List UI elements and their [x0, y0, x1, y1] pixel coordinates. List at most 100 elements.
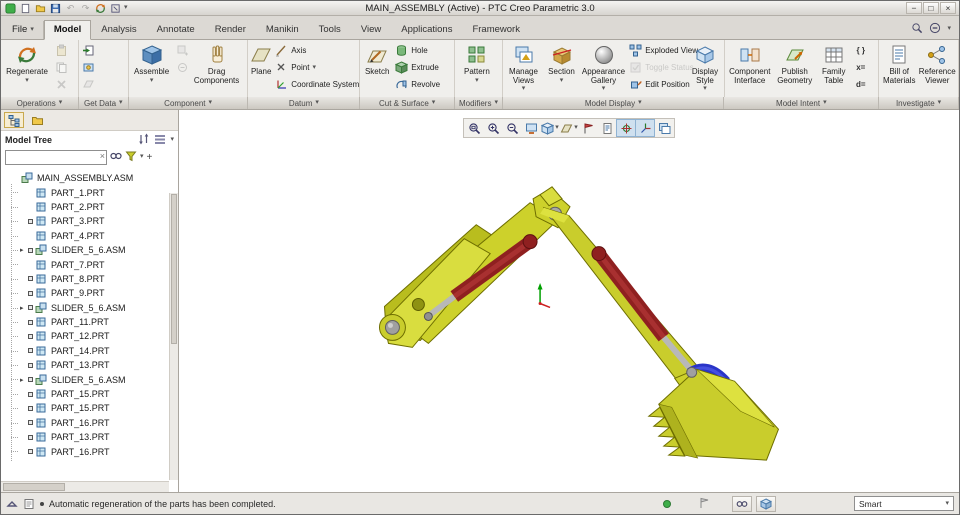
refit-quick-icon[interactable] — [109, 2, 122, 14]
sketch-button[interactable]: Sketch — [361, 42, 393, 95]
tab-model[interactable]: Model — [43, 20, 92, 40]
graphics-area[interactable]: ▾ ▾ — [179, 110, 959, 492]
coordinate-system-button[interactable]: Coordinate System — [273, 76, 361, 93]
open-folder-icon[interactable] — [34, 2, 47, 14]
expand-arrow-icon[interactable]: ▸ — [20, 304, 27, 312]
plane-button[interactable]: Plane — [249, 42, 273, 95]
view-manager-button[interactable] — [655, 120, 673, 136]
minimize-ribbon-icon[interactable] — [929, 22, 941, 36]
hole-button[interactable]: Hole — [393, 42, 442, 59]
tree-vertical-scrollbar[interactable] — [169, 193, 178, 480]
user-defined-feature-icon[interactable] — [80, 59, 98, 76]
flag-icon[interactable] — [699, 497, 710, 511]
quick-access-caret-icon[interactable]: ▾ — [124, 4, 128, 11]
tree-item[interactable]: ▸ SLIDER_5_6.ASM — [3, 372, 169, 386]
group-label-operations[interactable]: Operations ▾ — [1, 97, 79, 109]
section-button[interactable]: Section ▾ — [543, 42, 580, 95]
publish-geometry-button[interactable]: Publish Geometry — [774, 42, 816, 95]
point-button[interactable]: Point ▾ — [273, 59, 361, 76]
exploded-view-button[interactable]: Exploded View — [627, 42, 698, 59]
select-items-button[interactable] — [756, 495, 776, 512]
extrude-button[interactable]: Extrude — [393, 59, 442, 76]
paste-button[interactable] — [52, 42, 70, 59]
parameters-button[interactable]: { } — [852, 42, 870, 59]
family-table-button[interactable]: Family Table — [816, 42, 852, 95]
zoom-out-button[interactable] — [503, 120, 521, 136]
tree-item[interactable]: ▸ MAIN_ASSEMBLY.ASM — [3, 171, 169, 185]
regenerate-quick-icon[interactable] — [94, 2, 107, 14]
show-notes-button[interactable] — [598, 120, 616, 136]
manage-views-button[interactable]: Manage Views ▾ — [504, 42, 544, 95]
tab-render[interactable]: Render — [205, 20, 256, 40]
expand-arrow-icon[interactable]: ▸ — [20, 246, 27, 254]
switch-symbols-button[interactable]: x= — [852, 59, 870, 76]
tree-item[interactable]: ▸ PART_11.PRT — [3, 315, 169, 329]
3d-dragger-button[interactable] — [635, 119, 655, 137]
tab-framework[interactable]: Framework — [462, 20, 530, 40]
zoom-in-button[interactable] — [484, 120, 502, 136]
tree-item[interactable]: ▸ PART_13.PRT — [3, 430, 169, 444]
folder-browser-tab[interactable] — [27, 112, 47, 128]
save-icon[interactable] — [49, 2, 62, 14]
clear-search-icon[interactable]: × — [100, 151, 105, 161]
tree-filter-icon[interactable] — [125, 150, 137, 164]
create-component-icon[interactable] — [174, 42, 192, 59]
refit-button[interactable] — [465, 120, 483, 136]
tree-horizontal-scrollbar[interactable] — [1, 481, 169, 492]
group-label-model-intent[interactable]: Model Intent ▾ — [724, 97, 880, 109]
tab-applications[interactable]: Applications — [391, 20, 462, 40]
expand-arrow-icon[interactable]: ▸ — [20, 376, 27, 384]
group-label-datum[interactable]: Datum ▾ — [248, 97, 361, 109]
display-style-toolbar-button[interactable]: ▾ — [541, 120, 559, 136]
file-menu-button[interactable]: File ▾ — [3, 21, 44, 39]
tree-item[interactable]: ▸ SLIDER_5_6.ASM — [3, 301, 169, 315]
tree-sort-icon[interactable] — [138, 133, 150, 147]
import-data-icon[interactable] — [80, 42, 98, 59]
group-label-modifiers[interactable]: Modifiers ▾ — [455, 97, 503, 109]
tab-annotate[interactable]: Annotate — [147, 20, 205, 40]
tree-item[interactable]: ▸ PART_8.PRT — [3, 272, 169, 286]
expand-all-icon[interactable]: + — [147, 152, 153, 163]
group-label-component[interactable]: Component ▾ — [129, 97, 249, 109]
find-in-tree-icon[interactable] — [110, 150, 122, 164]
spin-center-button[interactable] — [616, 119, 636, 137]
close-window-button[interactable]: × — [940, 2, 956, 14]
scrollbar-thumb[interactable] — [3, 483, 65, 491]
component-interface-button[interactable]: Component Interface — [726, 42, 774, 95]
pattern-button[interactable]: Pattern ▾ — [456, 42, 498, 95]
axis-button[interactable]: Axis — [273, 42, 361, 59]
command-search-icon[interactable] — [911, 22, 923, 36]
assemble-button[interactable]: Assemble ▾ — [130, 42, 174, 95]
bill-of-materials-button[interactable]: Bill of Materials — [880, 42, 918, 95]
tree-settings-icon[interactable] — [154, 133, 166, 147]
datum-display-button[interactable]: ▾ — [560, 120, 578, 136]
selection-filter-dropdown[interactable]: Smart ▾ — [854, 496, 954, 511]
tree-item[interactable]: ▸ PART_1.PRT — [3, 185, 169, 199]
repaint-button[interactable] — [522, 120, 540, 136]
tree-item[interactable]: ▸ SLIDER_5_6.ASM — [3, 243, 169, 257]
maximize-window-button[interactable]: □ — [923, 2, 939, 14]
copy-geometry-icon[interactable] — [80, 76, 98, 93]
tree-filter-caret-icon[interactable]: ▾ — [140, 153, 144, 160]
revolve-button[interactable]: Revolve — [393, 76, 442, 93]
tree-item[interactable]: ▸ PART_13.PRT — [3, 358, 169, 372]
tree-item[interactable]: ▸ PART_16.PRT — [3, 444, 169, 458]
tab-view[interactable]: View — [351, 20, 391, 40]
search-model-button[interactable] — [732, 495, 752, 512]
group-label-get-data[interactable]: Get Data ▾ — [79, 97, 129, 109]
tree-item[interactable]: ▸ PART_7.PRT — [3, 257, 169, 271]
tab-analysis[interactable]: Analysis — [91, 20, 146, 40]
tree-item[interactable]: ▸ PART_9.PRT — [3, 286, 169, 300]
model-tree-tab[interactable] — [4, 112, 24, 128]
group-label-model-display[interactable]: Model Display ▾ — [503, 97, 725, 109]
statusbar-expand-icon[interactable] — [6, 498, 18, 510]
tree-item[interactable]: ▸ PART_12.PRT — [3, 329, 169, 343]
toggle-status-button[interactable]: Toggle Status — [627, 59, 694, 76]
tree-item[interactable]: ▸ PART_15.PRT — [3, 387, 169, 401]
include-component-icon[interactable] — [174, 59, 192, 76]
scrollbar-thumb[interactable] — [171, 194, 177, 344]
tree-item[interactable]: ▸ PART_14.PRT — [3, 344, 169, 358]
annotation-display-button[interactable] — [579, 120, 597, 136]
reference-viewer-button[interactable]: Reference Viewer — [918, 42, 956, 95]
tree-settings-caret-icon[interactable]: ▾ — [170, 136, 174, 143]
